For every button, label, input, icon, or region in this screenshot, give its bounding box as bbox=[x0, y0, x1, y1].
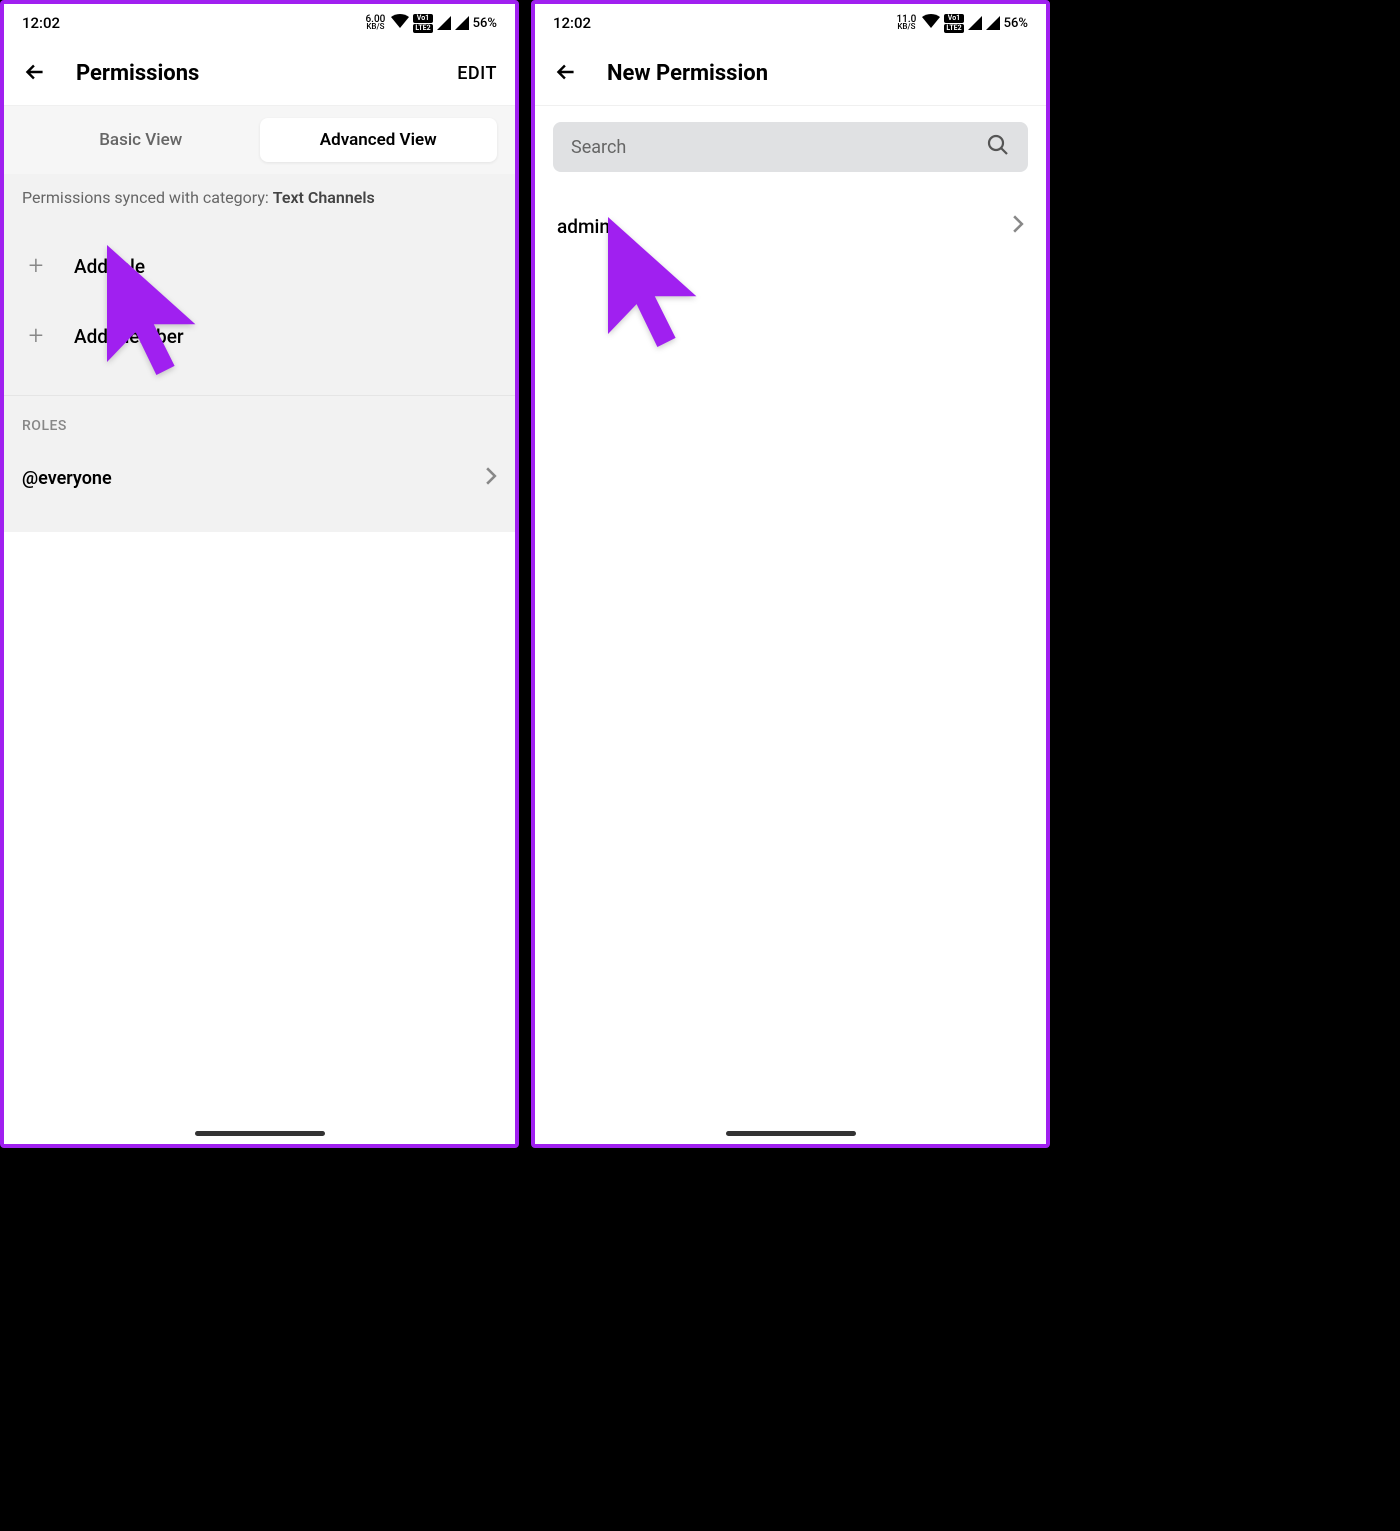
status-icons: 11.0 KB/S Vo1 LTE2 56% bbox=[896, 14, 1028, 33]
signal-icon-2 bbox=[455, 16, 469, 30]
back-icon[interactable] bbox=[553, 59, 579, 89]
wifi-icon bbox=[922, 14, 940, 32]
battery-percent: 56% bbox=[473, 16, 497, 31]
wifi-icon bbox=[391, 14, 409, 32]
home-indicator[interactable] bbox=[195, 1131, 325, 1136]
result-admin[interactable]: admin bbox=[535, 188, 1046, 264]
tab-basic-view[interactable]: Basic View bbox=[22, 118, 260, 162]
result-label: admin bbox=[557, 215, 610, 238]
chevron-right-icon bbox=[485, 466, 497, 490]
page-title: Permissions bbox=[76, 61, 429, 86]
status-icons: 6.00 KB/S Vo1 LTE2 56% bbox=[365, 14, 497, 33]
lte-badges: Vo1 LTE2 bbox=[944, 14, 963, 33]
sync-info: Permissions synced with category: Text C… bbox=[4, 174, 515, 215]
page-title: New Permission bbox=[607, 61, 1028, 86]
search-icon bbox=[986, 133, 1010, 161]
signal-icon-1 bbox=[437, 16, 451, 30]
add-member-button[interactable]: + Add member bbox=[4, 301, 515, 371]
search-container: Search bbox=[535, 106, 1046, 188]
plus-icon: + bbox=[26, 321, 46, 351]
back-icon[interactable] bbox=[22, 59, 48, 89]
signal-icon-2 bbox=[986, 16, 1000, 30]
home-indicator[interactable] bbox=[726, 1131, 856, 1136]
phone-right: 12:02 11.0 KB/S Vo1 LTE2 56% New Permiss… bbox=[531, 0, 1050, 1148]
battery-percent: 56% bbox=[1004, 16, 1028, 31]
add-role-label: Add role bbox=[74, 255, 145, 278]
network-speed: 11.0 KB/S bbox=[896, 16, 916, 30]
network-speed: 6.00 KB/S bbox=[365, 16, 385, 30]
status-time: 12:02 bbox=[22, 14, 60, 32]
view-tabs: Basic View Advanced View bbox=[4, 106, 515, 174]
status-time: 12:02 bbox=[553, 14, 591, 32]
role-everyone[interactable]: @everyone bbox=[4, 446, 515, 532]
phone-left: 12:02 6.00 KB/S Vo1 LTE2 56% Permissions… bbox=[0, 0, 519, 1148]
header: New Permission bbox=[535, 42, 1046, 106]
header: Permissions EDIT bbox=[4, 42, 515, 106]
status-bar: 12:02 6.00 KB/S Vo1 LTE2 56% bbox=[4, 4, 515, 42]
add-role-button[interactable]: + Add role bbox=[4, 231, 515, 301]
plus-icon: + bbox=[26, 251, 46, 281]
tab-advanced-view[interactable]: Advanced View bbox=[260, 118, 498, 162]
role-label: @everyone bbox=[22, 468, 112, 489]
edit-button[interactable]: EDIT bbox=[457, 63, 497, 84]
signal-icon-1 bbox=[968, 16, 982, 30]
roles-section-header: ROLES bbox=[4, 395, 515, 446]
search-input[interactable]: Search bbox=[553, 122, 1028, 172]
chevron-right-icon bbox=[1012, 214, 1024, 238]
search-placeholder: Search bbox=[571, 137, 626, 158]
lte-badges: Vo1 LTE2 bbox=[413, 14, 432, 33]
status-bar: 12:02 11.0 KB/S Vo1 LTE2 56% bbox=[535, 4, 1046, 42]
add-member-label: Add member bbox=[74, 325, 184, 348]
add-section: + Add role + Add member bbox=[4, 215, 515, 395]
